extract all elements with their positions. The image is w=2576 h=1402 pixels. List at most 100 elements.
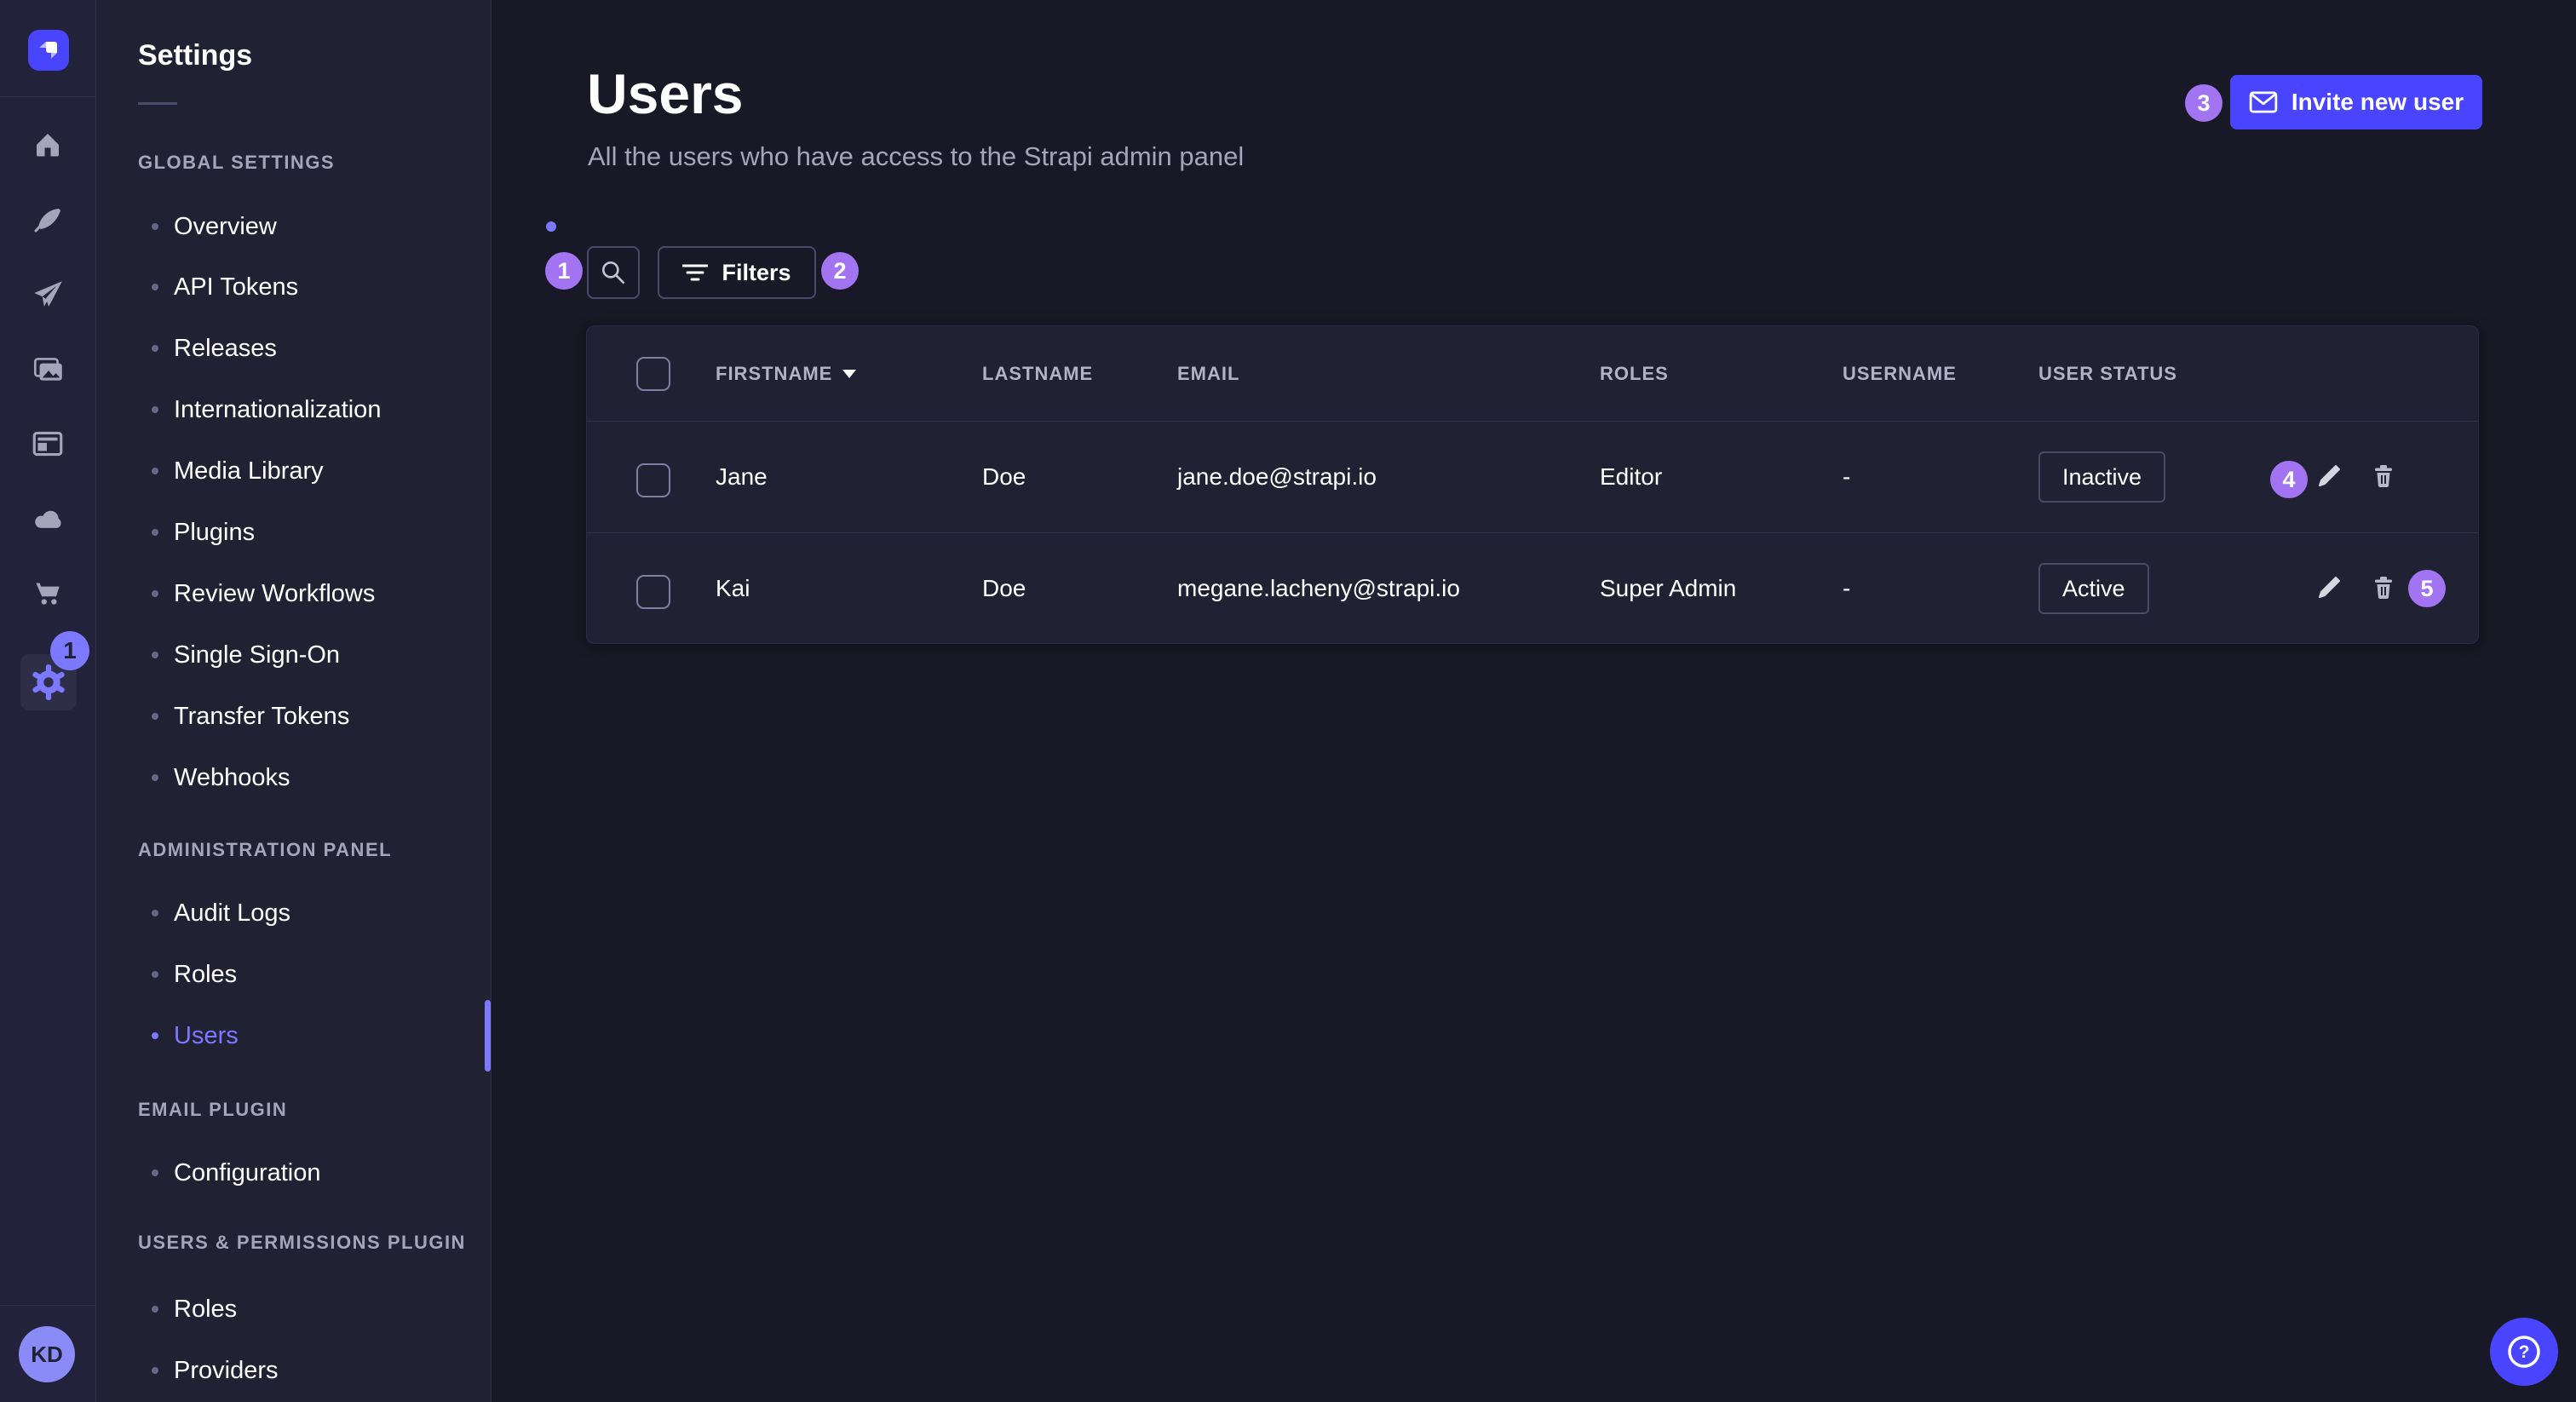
row1-delete-button[interactable]	[2365, 457, 2402, 495]
sidebar-item-webhooks[interactable]: Webhooks	[152, 757, 475, 798]
search-icon	[599, 258, 628, 287]
invite-new-user-button[interactable]: Invite new user	[2230, 75, 2482, 129]
filters-button[interactable]: Filters	[658, 246, 816, 299]
section-administration-panel: ADMINISTRATION PANEL	[138, 837, 392, 863]
row1-roles: Editor	[1600, 421, 1662, 532]
row2-username: -	[1843, 532, 1850, 644]
sidebar-item-users[interactable]: Users	[152, 1015, 475, 1056]
bullet-dot	[152, 284, 158, 290]
bullet-dot	[152, 652, 158, 658]
row1-email: jane.doe@strapi.io	[1177, 421, 1377, 532]
question-mark-icon: ?	[2505, 1333, 2543, 1370]
section-email-plugin: EMAIL PLUGIN	[138, 1097, 287, 1123]
filter-icon	[682, 263, 708, 282]
sidebar-item-internationalization[interactable]: Internationalization	[152, 389, 475, 430]
bullet-dot	[152, 529, 158, 536]
sidebar-item-media-library[interactable]: Media Library	[152, 451, 475, 491]
column-header-firstname[interactable]: FIRSTNAME	[716, 326, 856, 421]
column-header-lastname[interactable]: LASTNAME	[982, 326, 1093, 421]
row2-lastname: Doe	[982, 532, 1026, 644]
sidebar-item-transfer-tokens[interactable]: Transfer Tokens	[152, 696, 475, 737]
cloud-icon[interactable]	[29, 501, 66, 538]
active-item-indicator	[485, 1000, 491, 1072]
column-header-roles[interactable]: ROLES	[1600, 326, 1669, 421]
bullet-dot	[152, 1306, 158, 1313]
filters-button-label: Filters	[722, 260, 791, 286]
annotation-badge-2: 2	[821, 252, 859, 290]
row2-status-badge: Active	[2038, 563, 2149, 614]
bullet-dot	[152, 406, 158, 413]
bullet-dot	[152, 345, 158, 352]
invite-button-label: Invite new user	[2291, 89, 2464, 116]
settings-notification-badge: 1	[50, 631, 89, 670]
home-icon[interactable]	[29, 126, 66, 164]
search-button[interactable]	[587, 246, 640, 299]
sidebar-item-admin-roles[interactable]: Roles	[152, 954, 475, 995]
rail-divider	[0, 96, 95, 97]
paper-plane-icon[interactable]	[29, 275, 66, 313]
bullet-dot	[152, 1367, 158, 1374]
bullet-dot	[152, 910, 158, 916]
row1-status-badge: Inactive	[2038, 451, 2165, 503]
feather-icon[interactable]	[29, 201, 66, 238]
nav-rail: 1 KD	[0, 0, 96, 1402]
row2-roles: Super Admin	[1600, 532, 1736, 644]
trash-icon	[2370, 574, 2397, 601]
row2-firstname: Kai	[716, 532, 750, 644]
annotation-badge-3: 3	[2185, 84, 2222, 122]
column-header-username[interactable]: USERNAME	[1843, 326, 1957, 421]
strapi-logo-icon	[28, 30, 69, 71]
sidebar-title: Settings	[138, 39, 252, 72]
bullet-dot	[152, 1032, 158, 1039]
row1-checkbox[interactable]	[636, 463, 670, 497]
row1-lastname: Doe	[982, 421, 1026, 532]
annotation-badge-4: 4	[2270, 461, 2308, 498]
bullet-dot	[152, 971, 158, 978]
settings-sidebar: Settings GLOBAL SETTINGS Overview API To…	[96, 0, 492, 1402]
svg-text:?: ?	[2519, 1342, 2530, 1362]
avatar[interactable]: KD	[19, 1326, 75, 1382]
bullet-dot	[152, 223, 158, 230]
users-table: FIRSTNAME LASTNAME EMAIL ROLES USERNAME …	[586, 325, 2479, 644]
pencil-icon	[2315, 463, 2343, 490]
annotation-badge-5: 5	[2408, 570, 2446, 607]
row2-email: megane.lacheny@strapi.io	[1177, 532, 1460, 644]
sidebar-item-overview[interactable]: Overview	[152, 206, 475, 247]
row2-edit-button[interactable]	[2310, 569, 2348, 606]
column-header-user-status[interactable]: USER STATUS	[2038, 326, 2177, 421]
sidebar-item-single-sign-on[interactable]: Single Sign-On	[152, 635, 475, 675]
sidebar-item-plugins[interactable]: Plugins	[152, 512, 475, 553]
help-button[interactable]: ?	[2490, 1318, 2558, 1386]
strapi-admin-window: 1 KD Settings GLOBAL SETTINGS Overview A…	[0, 0, 2576, 1402]
page-subtitle: All the users who have access to the Str…	[588, 141, 1244, 172]
sidebar-item-providers[interactable]: Providers	[152, 1350, 475, 1391]
title-divider	[138, 102, 177, 105]
sidebar-item-review-workflows[interactable]: Review Workflows	[152, 573, 475, 614]
page-title: Users	[587, 61, 743, 126]
sidebar-item-up-roles[interactable]: Roles	[152, 1289, 475, 1330]
sidebar-item-configuration[interactable]: Configuration	[152, 1152, 475, 1193]
sidebar-item-releases[interactable]: Releases	[152, 328, 475, 369]
layout-icon[interactable]	[29, 425, 66, 463]
cart-icon[interactable]	[29, 574, 66, 612]
sort-desc-icon	[842, 370, 856, 378]
overview-notification-dot	[546, 221, 556, 232]
select-all-checkbox[interactable]	[636, 357, 670, 391]
bullet-dot	[152, 468, 158, 474]
row1-edit-button[interactable]	[2310, 457, 2348, 495]
column-header-email[interactable]: EMAIL	[1177, 326, 1239, 421]
media-library-icon[interactable]	[29, 351, 66, 388]
row1-firstname: Jane	[716, 421, 768, 532]
sidebar-item-api-tokens[interactable]: API Tokens	[152, 267, 475, 307]
trash-icon	[2370, 463, 2397, 490]
rail-divider	[0, 1305, 95, 1306]
envelope-icon	[2249, 91, 2278, 113]
bullet-dot	[152, 1169, 158, 1176]
row2-delete-button[interactable]	[2365, 569, 2402, 606]
strapi-logo[interactable]	[28, 30, 69, 71]
sidebar-item-audit-logs[interactable]: Audit Logs	[152, 893, 475, 934]
row2-checkbox[interactable]	[636, 575, 670, 609]
bullet-dot	[152, 774, 158, 781]
row1-username: -	[1843, 421, 1850, 532]
section-users-permissions-plugin: USERS & PERMISSIONS PLUGIN	[138, 1230, 466, 1255]
